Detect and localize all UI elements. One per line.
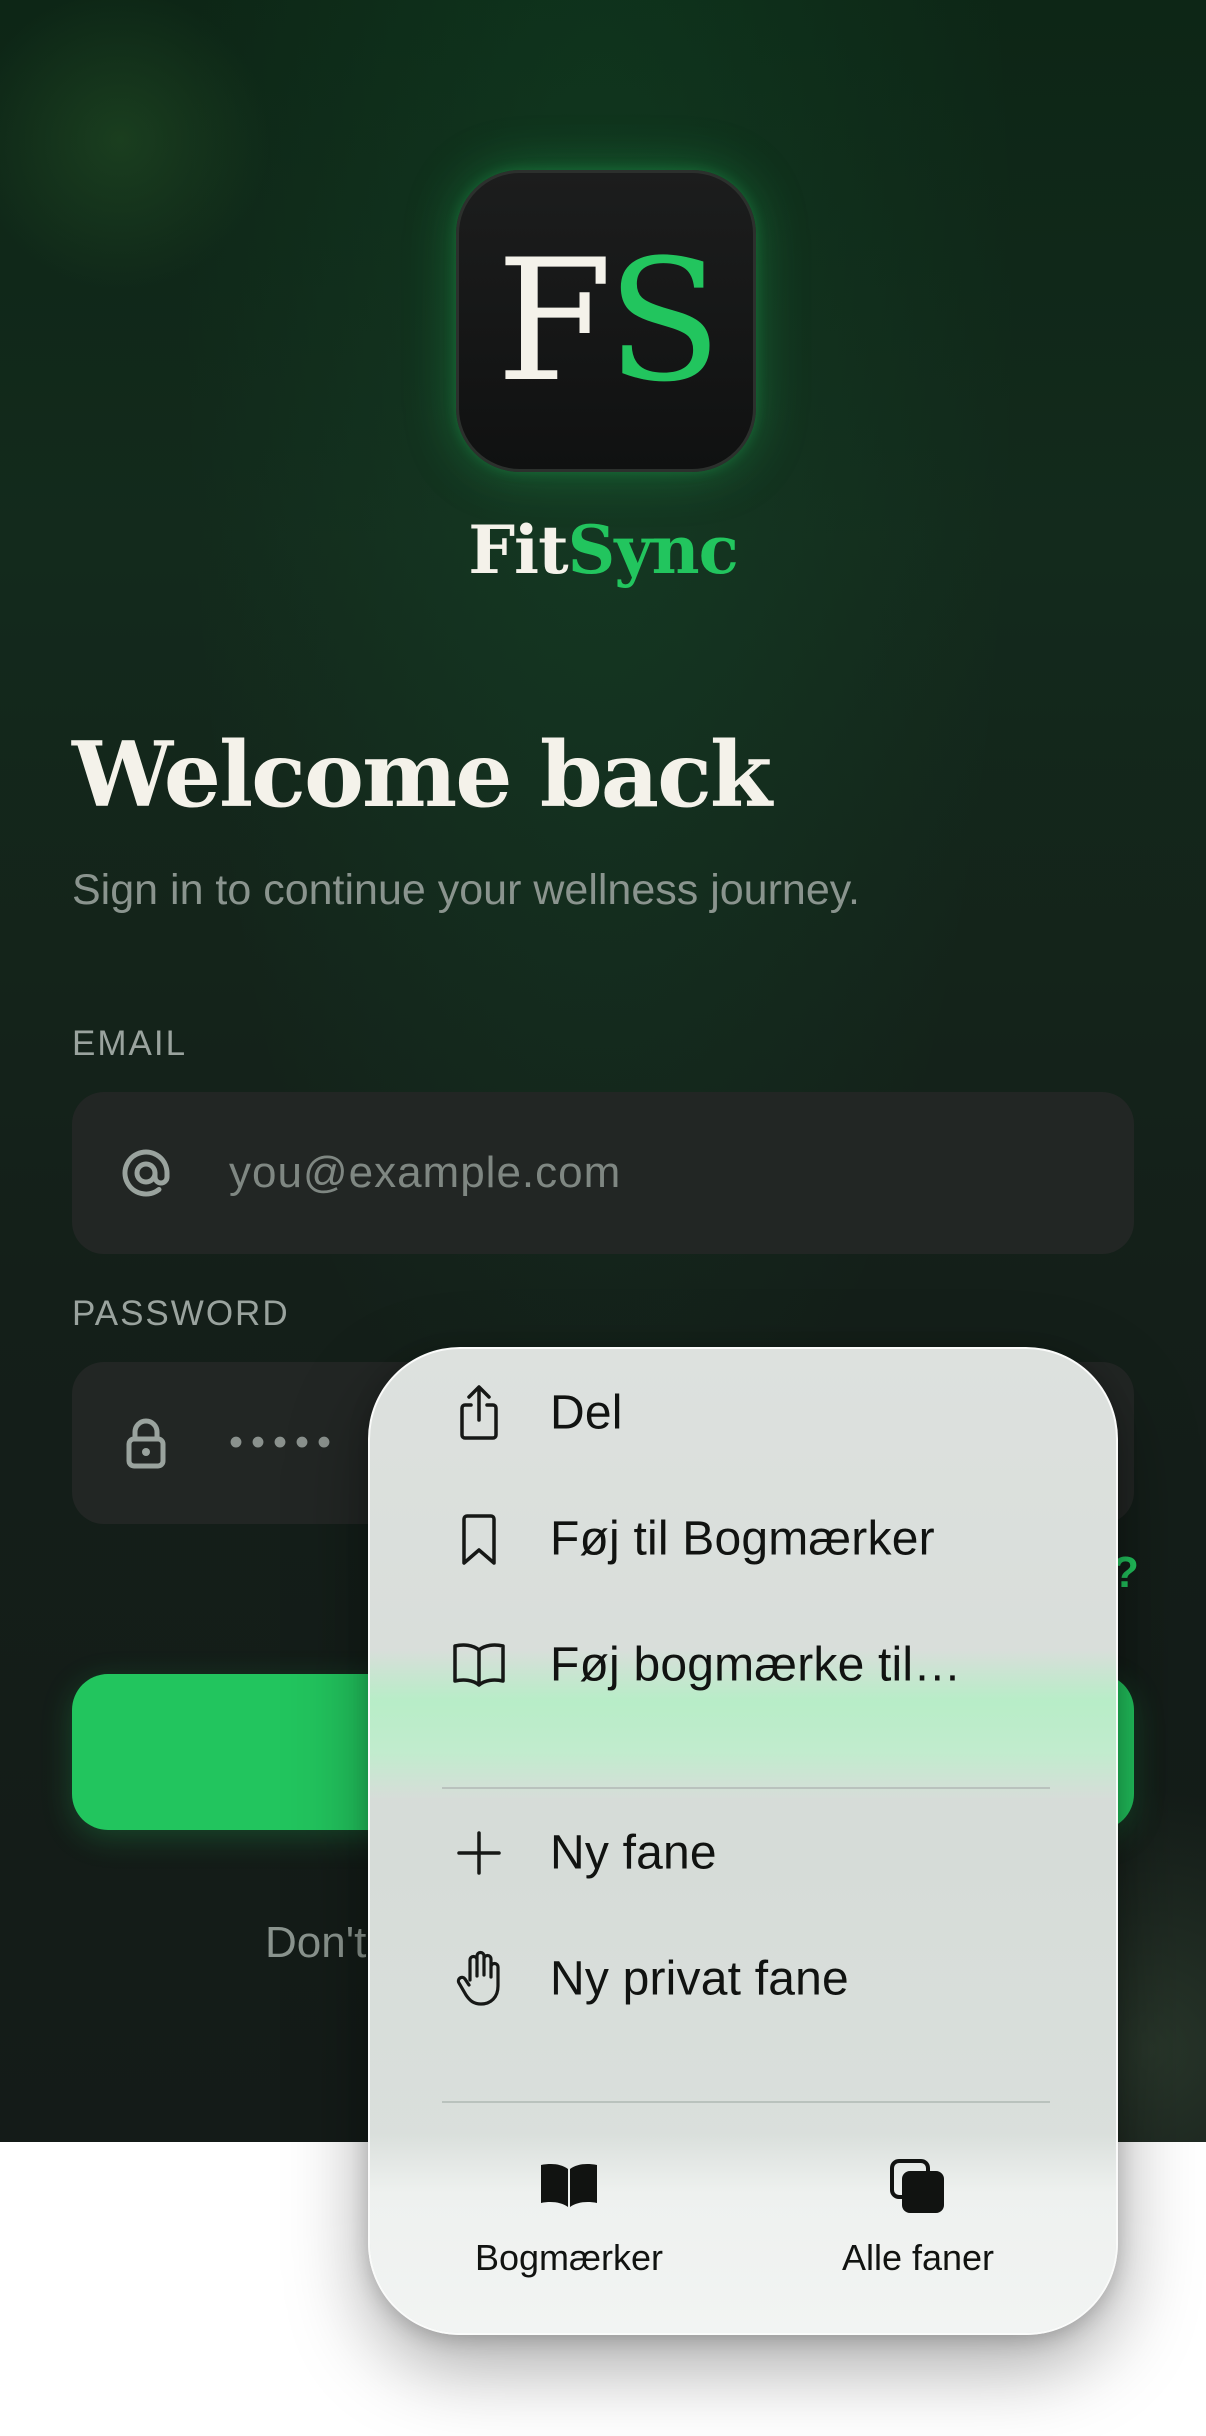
- brand-name: FitSync: [0, 510, 1206, 590]
- bookmarks-label: Bogmærker: [474, 2237, 664, 2278]
- bookmark-icon: [462, 1514, 496, 1565]
- all-tabs-label: Alle faner: [841, 2237, 995, 2278]
- menu-item-label: Føj bogmærke til…: [550, 1638, 962, 1692]
- lock-icon: [126, 1418, 166, 1469]
- all-tabs-button[interactable]: Alle faner: [788, 2133, 1048, 2333]
- context-menu: Del Føj til Bogmærker Føj bogmærke til… …: [368, 1347, 1118, 2335]
- logo-letter-s: S: [606, 223, 722, 419]
- bookmarks-button[interactable]: Bogmærker: [439, 2133, 699, 2333]
- page-title: Welcome back: [72, 722, 772, 828]
- menu-item-new-tab[interactable]: Ny fane: [370, 1790, 1116, 1916]
- menu-item-add-bookmark-to[interactable]: Føj bogmærke til…: [370, 1602, 1116, 1728]
- menu-bottom-bar: Bogmærker Alle faner: [370, 2133, 1116, 2333]
- share-icon: [460, 1385, 498, 1440]
- logo-letter-f: F: [496, 223, 613, 419]
- menu-item-label: Ny fane: [550, 1826, 717, 1880]
- email-placeholder: you@example.com: [229, 1148, 622, 1197]
- at-icon: [122, 1149, 170, 1197]
- menu-item-share[interactable]: Del: [370, 1350, 1116, 1476]
- menu-item-add-bookmark[interactable]: Føj til Bogmærker: [370, 1476, 1116, 1602]
- email-field[interactable]: you@example.com: [72, 1092, 1134, 1254]
- page-subtitle: Sign in to continue your wellness journe…: [72, 866, 860, 914]
- menu-item-label: Føj til Bogmærker: [550, 1512, 935, 1566]
- brand-part-fit: Fit: [468, 511, 568, 589]
- app-logo: FS: [456, 170, 756, 472]
- tabs-icon: [890, 2159, 944, 2213]
- email-label: EMAIL: [72, 1024, 188, 1063]
- plus-icon: [457, 1831, 501, 1875]
- menu-item-new-private-tab[interactable]: Ny privat fane: [370, 1916, 1116, 2042]
- password-label: PASSWORD: [72, 1294, 290, 1333]
- menu-item-label: Del: [550, 1386, 623, 1440]
- password-value: •••••: [229, 1420, 340, 1465]
- brand-part-sync: Sync: [567, 511, 739, 589]
- menu-item-label: Ny privat fane: [550, 1952, 849, 2006]
- menu-divider: [442, 2101, 1050, 2103]
- signup-prompt[interactable]: Don't: [265, 1918, 366, 1968]
- menu-divider: [442, 1787, 1050, 1789]
- open-book-icon: [453, 1643, 505, 1687]
- book-icon: [541, 2164, 597, 2207]
- hand-icon: [456, 1950, 500, 2006]
